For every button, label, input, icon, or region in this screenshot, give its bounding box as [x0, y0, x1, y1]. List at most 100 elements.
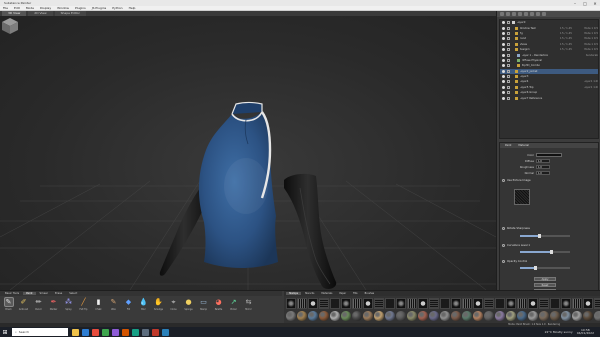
- stamp-thumbnail[interactable]: [495, 298, 505, 309]
- scene-toolbar-button[interactable]: [518, 12, 522, 16]
- color-swatch[interactable]: [536, 153, 562, 157]
- material-swatch[interactable]: [484, 311, 494, 321]
- scene-toolbar-button[interactable]: [530, 12, 534, 16]
- property-tab-0[interactable]: Paint: [502, 144, 514, 147]
- material-swatch[interactable]: [374, 311, 384, 321]
- material-swatch[interactable]: [396, 311, 406, 321]
- lock-icon[interactable]: [507, 48, 510, 52]
- visibility-eye-icon[interactable]: [502, 58, 505, 62]
- tool-chalk[interactable]: ▮ Chalk: [92, 297, 105, 319]
- property-field[interactable]: 1.0: [536, 165, 550, 169]
- visibility-eye-icon[interactable]: [502, 21, 505, 25]
- stamp-tab-4[interactable]: Fills: [350, 292, 360, 295]
- scene-toolbar-button[interactable]: [500, 12, 504, 16]
- stamp-tab-1[interactable]: Stencils: [302, 292, 317, 295]
- visibility-eye-icon[interactable]: [502, 91, 505, 95]
- material-swatch[interactable]: [528, 311, 538, 321]
- stamp-thumbnail[interactable]: [506, 298, 516, 309]
- tool-spray[interactable]: ⁂ Spray: [62, 297, 75, 319]
- visibility-eye-icon[interactable]: [502, 26, 505, 30]
- stamp-thumbnail[interactable]: [308, 298, 318, 309]
- property-tab-1[interactable]: Material: [515, 144, 532, 147]
- taskbar-app-icon[interactable]: [72, 328, 79, 336]
- material-swatch[interactable]: [286, 311, 296, 321]
- material-swatch[interactable]: [572, 311, 582, 321]
- 3d-viewport[interactable]: [0, 16, 496, 290]
- tool-palette[interactable]: ◕ Palette: [212, 297, 225, 319]
- slider-knob[interactable]: [537, 234, 541, 238]
- stamp-tab-3[interactable]: Paper: [336, 292, 349, 295]
- stamp-tab-0[interactable]: Stamps: [286, 292, 302, 295]
- visibility-eye-icon[interactable]: [502, 85, 505, 89]
- tool-marker[interactable]: ✒ Marker: [47, 297, 60, 319]
- material-swatch[interactable]: [517, 311, 527, 321]
- tool-tab-1[interactable]: Paint: [23, 292, 36, 295]
- tool-clone[interactable]: ⌖ Clone: [167, 297, 180, 319]
- material-swatch[interactable]: [330, 311, 340, 321]
- property-slider[interactable]: [520, 266, 570, 270]
- radio-icon[interactable]: [502, 244, 505, 247]
- visibility-eye-icon[interactable]: [502, 31, 505, 35]
- material-swatch[interactable]: [506, 311, 516, 321]
- stamp-tab-2[interactable]: Materials: [318, 292, 335, 295]
- stamp-thumbnail[interactable]: [429, 298, 439, 309]
- material-swatch[interactable]: [561, 311, 571, 321]
- visibility-eye-icon[interactable]: [502, 64, 505, 68]
- material-swatch[interactable]: [297, 311, 307, 321]
- material-swatch[interactable]: [495, 311, 505, 321]
- stamp-thumbnail[interactable]: [341, 298, 351, 309]
- visibility-eye-icon[interactable]: [502, 37, 505, 41]
- stamp-thumbnail[interactable]: [462, 298, 472, 309]
- property-section[interactable]: Curvature Level 1: [502, 244, 530, 247]
- menu-item-0[interactable]: File: [3, 6, 8, 10]
- scene-toolbar-button[interactable]: [536, 12, 540, 16]
- property-section[interactable]: Opacity Control: [502, 260, 527, 263]
- menu-item-5[interactable]: Plugins: [75, 6, 86, 10]
- visibility-eye-icon[interactable]: [502, 42, 505, 46]
- lock-icon[interactable]: [507, 85, 510, 89]
- stamp-thumbnail[interactable]: [561, 298, 571, 309]
- lock-icon[interactable]: [507, 31, 510, 35]
- visibility-eye-icon[interactable]: [502, 80, 505, 84]
- scene-row[interactable]: Layer7 Reference: [500, 95, 598, 100]
- material-swatch[interactable]: [583, 311, 593, 321]
- lock-icon[interactable]: [507, 69, 510, 73]
- scene-toolbar-button[interactable]: [524, 12, 528, 16]
- stamp-thumbnail[interactable]: [528, 298, 538, 309]
- tool-mirror[interactable]: ⇆ Mirror: [242, 297, 255, 319]
- lock-icon[interactable]: [507, 53, 510, 57]
- stamp-thumbnail[interactable]: [297, 298, 307, 309]
- stamp-thumbnail[interactable]: [572, 298, 582, 309]
- taskbar-search[interactable]: ⌕ Search: [12, 328, 68, 336]
- visibility-eye-icon[interactable]: [502, 48, 505, 52]
- material-swatch[interactable]: [594, 311, 600, 321]
- material-swatch[interactable]: [473, 311, 483, 321]
- scene-tree[interactable]: Layer0 Window Test 0.5 / 1.45 Mode 1 0.5 fig…: [499, 19, 599, 139]
- stamp-thumbnail[interactable]: [451, 298, 461, 309]
- stamp-thumbnail[interactable]: [484, 298, 494, 309]
- lock-icon[interactable]: [507, 80, 510, 84]
- stamp-thumbnail[interactable]: [374, 298, 384, 309]
- taskbar-app-icon[interactable]: [152, 328, 159, 336]
- stamp-thumbnail[interactable]: [539, 298, 549, 309]
- tool-stamp[interactable]: ▭ Stamp: [197, 297, 210, 319]
- lock-icon[interactable]: [507, 96, 510, 100]
- weather-text[interactable]: 22°C Mostly sunny: [545, 330, 573, 334]
- tool-tab-4[interactable]: Select: [66, 292, 80, 295]
- stamp-thumbnail[interactable]: [594, 298, 600, 309]
- taskbar-app-icon[interactable]: [142, 328, 149, 336]
- visibility-eye-icon[interactable]: [502, 53, 505, 57]
- tool-pencil[interactable]: ✏ Pencil: [32, 297, 45, 319]
- menu-item-6[interactable]: JS Plugins: [92, 6, 107, 10]
- menu-item-8[interactable]: Help: [129, 6, 136, 10]
- lock-icon[interactable]: [507, 37, 510, 41]
- material-swatch[interactable]: [363, 311, 373, 321]
- stamp-thumbnail[interactable]: [440, 298, 450, 309]
- windows-start-icon[interactable]: ⊞: [0, 327, 10, 337]
- stamp-thumbnail[interactable]: [583, 298, 593, 309]
- tool-wax[interactable]: ✎ Wax: [107, 297, 120, 319]
- slider-knob[interactable]: [549, 250, 553, 254]
- material-swatch[interactable]: [319, 311, 329, 321]
- property-section[interactable]: Rotate Sharpness: [502, 227, 530, 230]
- scene-toolbar-button[interactable]: [542, 12, 546, 16]
